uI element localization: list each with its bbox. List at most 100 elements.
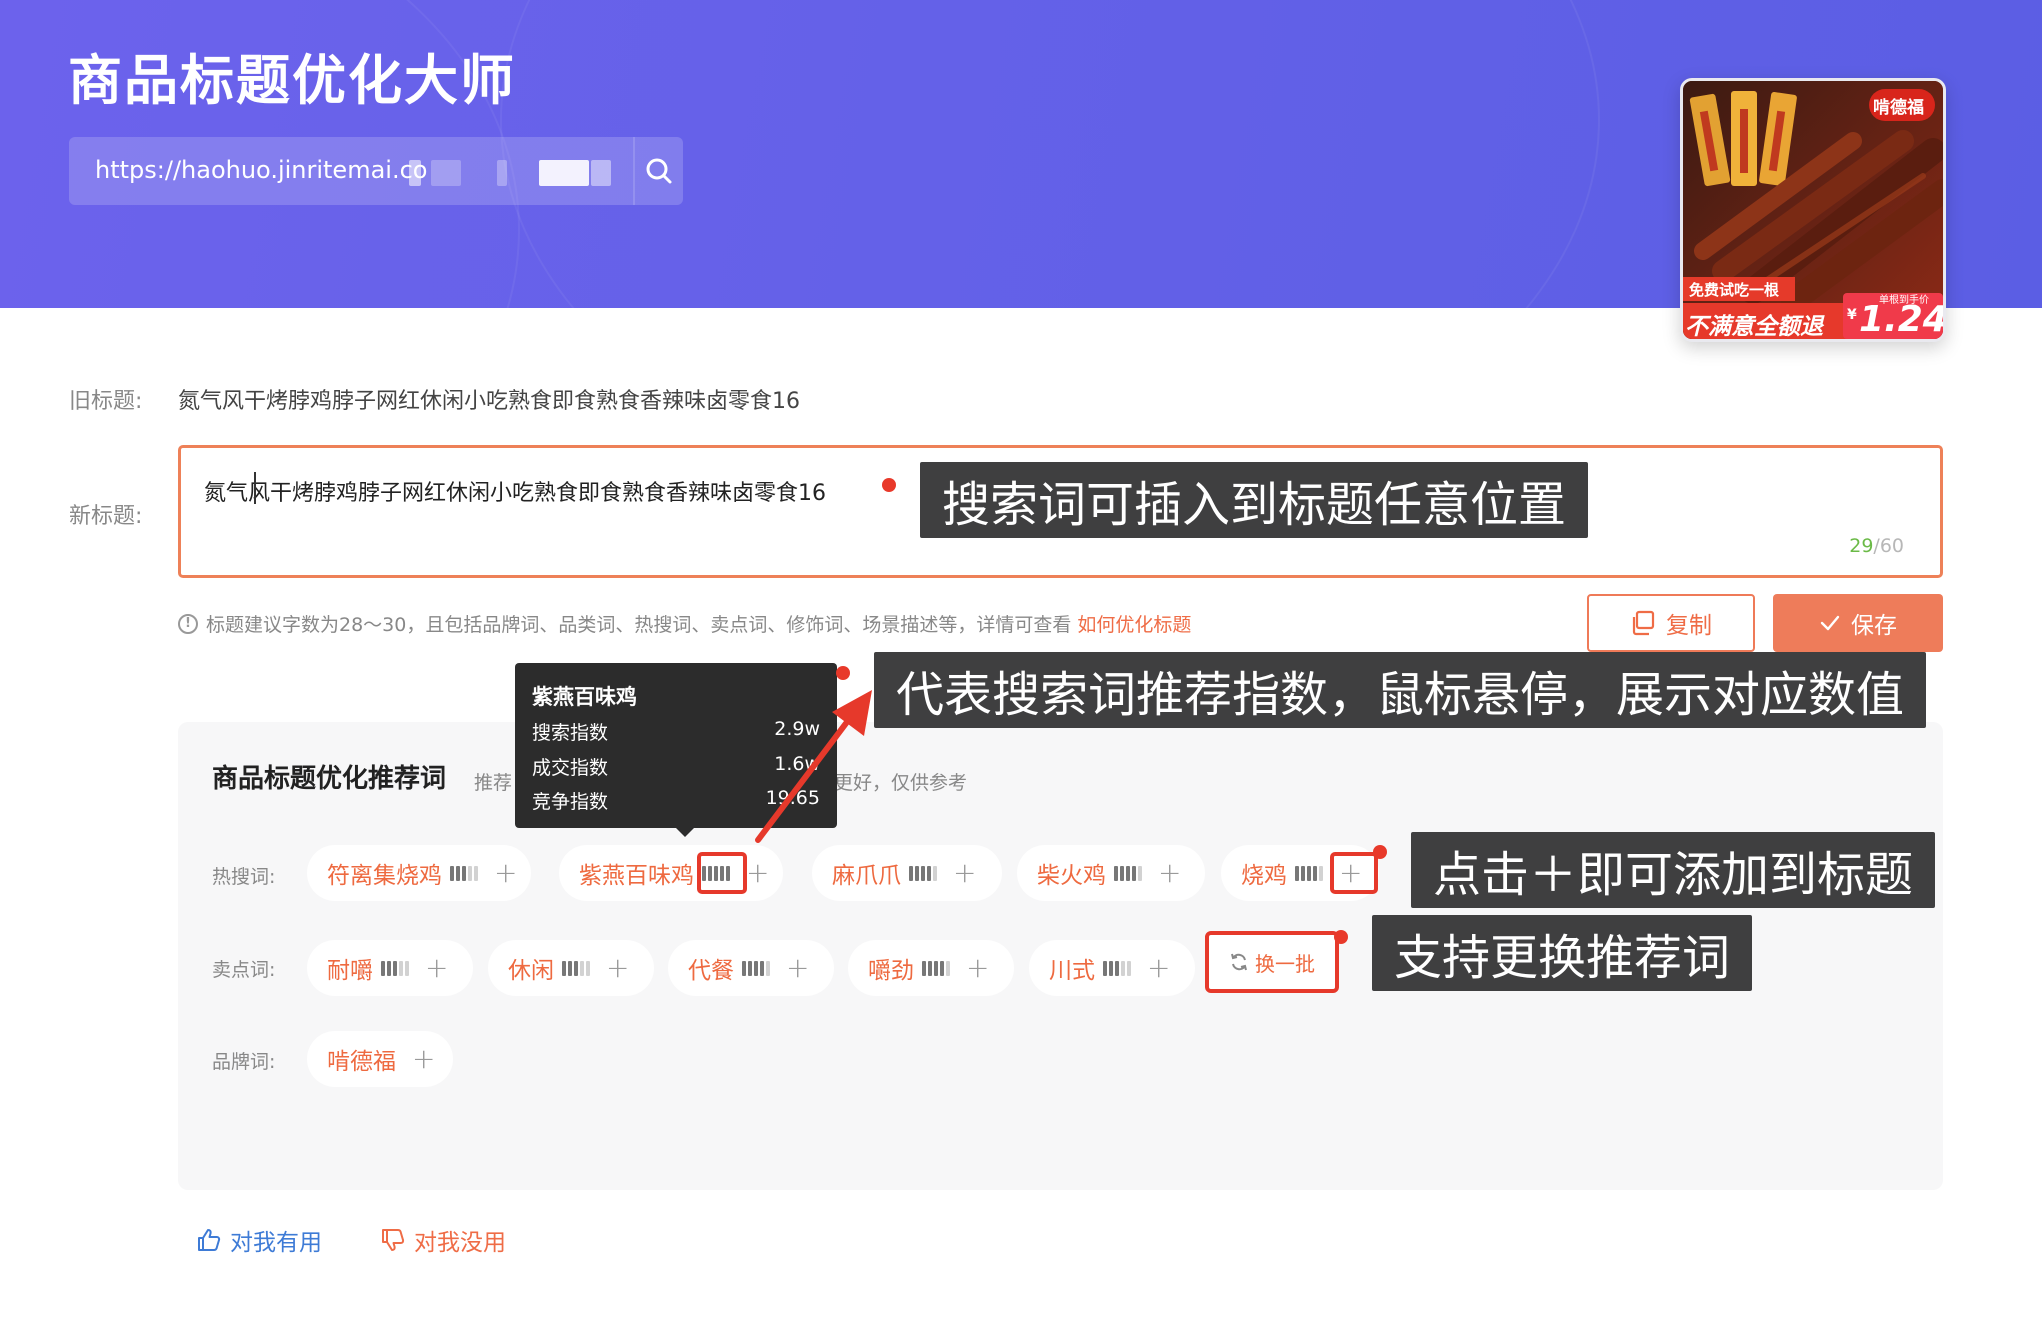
hot-word-chip[interactable]: 柴火鸡 + xyxy=(1017,845,1205,901)
copy-label: 复制 xyxy=(1666,613,1712,639)
hot-word-chip[interactable]: 麻爪爪 + xyxy=(812,845,1002,901)
info-icon: ! xyxy=(178,613,198,634)
product-thumbnail: 啃德福 免费试吃一根 不满意全额退 单根到手价 ¥ 1.24 xyxy=(1680,78,1946,342)
copy-icon xyxy=(1632,610,1655,636)
index-bar xyxy=(742,960,746,976)
plus-icon[interactable]: + xyxy=(494,859,517,887)
useless-label: 对我没用 xyxy=(414,1230,506,1256)
index-bar xyxy=(922,960,926,976)
tooltip-label: 搜索指数 xyxy=(532,722,609,744)
chip-word: 紫燕百味鸡 xyxy=(579,863,694,889)
index-bar xyxy=(1307,865,1311,881)
selling-word-chip[interactable]: 休闲 + xyxy=(488,940,654,996)
index-bar xyxy=(1313,865,1317,881)
recommend-index-bars[interactable] xyxy=(1103,960,1131,976)
check-icon xyxy=(1820,615,1840,631)
callout-insert: 搜索词可插入到标题任意位置 xyxy=(920,462,1589,538)
index-bar xyxy=(405,960,409,976)
selling-word-chip[interactable]: 川式 + xyxy=(1029,940,1195,996)
hot-word-chip[interactable]: 符离集烧鸡 + xyxy=(307,845,531,901)
index-bar xyxy=(381,960,385,976)
recommend-index-bars[interactable] xyxy=(1295,865,1323,881)
chip-word: 代餐 xyxy=(688,958,734,984)
index-bar xyxy=(399,960,403,976)
plus-icon[interactable]: + xyxy=(786,954,809,982)
redaction-mask xyxy=(539,160,589,186)
save-label: 保存 xyxy=(1851,613,1897,639)
index-bar xyxy=(760,960,764,976)
tooltip-title: 紫燕百味鸡 xyxy=(532,685,637,709)
refresh-icon xyxy=(1231,953,1247,971)
callout-add: 点击＋即可添加到标题 xyxy=(1411,832,1936,908)
plus-icon[interactable]: + xyxy=(1147,954,1170,982)
search-button[interactable] xyxy=(635,137,683,205)
recommend-index-bars[interactable] xyxy=(562,960,590,976)
selling-word-chip[interactable]: 嚼劲 + xyxy=(848,940,1014,996)
brand-words-label: 品牌词: xyxy=(212,1051,276,1073)
panel-title: 商品标题优化推荐词 xyxy=(212,764,447,794)
plus-icon[interactable]: + xyxy=(746,859,769,887)
useless-feedback-button[interactable]: 对我没用 xyxy=(380,1223,506,1257)
index-highlight-box xyxy=(697,852,747,894)
recommend-index-bars[interactable] xyxy=(742,960,770,976)
index-bar xyxy=(921,865,925,881)
index-bar xyxy=(1114,865,1118,881)
plus-icon[interactable]: + xyxy=(953,859,976,887)
price-symbol: ¥ xyxy=(1847,307,1857,323)
hint-text: 标题建议字数为28～30，且包括品牌词、品类词、热搜词、卖点词、修饰词、场景描述… xyxy=(206,614,1072,636)
recommend-index-bars[interactable] xyxy=(922,960,950,976)
index-bar xyxy=(934,960,938,976)
index-bar xyxy=(568,960,572,976)
index-bar xyxy=(766,960,770,976)
index-bar xyxy=(909,865,913,881)
save-button[interactable]: 保存 xyxy=(1773,594,1943,652)
chip-word: 耐嚼 xyxy=(327,958,373,984)
refresh-button[interactable]: 换一批 xyxy=(1205,931,1339,993)
recommend-index-bars[interactable] xyxy=(909,865,937,881)
price-value: 1.24 xyxy=(1859,299,1946,340)
index-bar xyxy=(586,960,590,976)
plus-icon[interactable]: + xyxy=(606,954,629,982)
brand-logo-text: 啃德福 xyxy=(1873,98,1924,118)
brand-word-chip[interactable]: 啃德福 + xyxy=(307,1031,453,1087)
index-bar xyxy=(933,865,937,881)
index-bar xyxy=(1301,865,1305,881)
hot-word-chip[interactable]: 紫燕百味鸡 + xyxy=(559,845,783,901)
index-bar xyxy=(1121,960,1125,976)
index-bar xyxy=(1138,865,1142,881)
tooltip-label: 竞争指数 xyxy=(532,791,609,813)
plus-icon[interactable]: + xyxy=(425,954,448,982)
plus-icon[interactable]: + xyxy=(966,954,989,982)
annotation-dot xyxy=(1373,845,1387,859)
selling-word-chip[interactable]: 耐嚼 + xyxy=(307,940,473,996)
plus-icon[interactable]: + xyxy=(412,1045,435,1073)
recommend-index-bars[interactable] xyxy=(381,960,409,976)
copy-button[interactable]: 复制 xyxy=(1587,594,1755,652)
annotation-dot xyxy=(882,478,896,492)
useful-feedback-button[interactable]: 对我有用 xyxy=(196,1223,322,1257)
new-title-label: 新标题: xyxy=(69,504,143,529)
callout-swap: 支持更换推荐词 xyxy=(1372,915,1753,991)
chip-word: 嚼劲 xyxy=(868,958,914,984)
index-bar xyxy=(748,960,752,976)
index-bar xyxy=(1103,960,1107,976)
callout-index: 代表搜索词推荐指数，鼠标悬停，展示对应数值 xyxy=(874,652,1927,728)
url-search-bar[interactable]: https://haohuo.jinritemai.co xyxy=(69,137,683,205)
char-counter: 29/60 xyxy=(1849,535,1904,557)
selling-words-label: 卖点词: xyxy=(212,959,276,981)
selling-word-chip[interactable]: 代餐 + xyxy=(668,940,834,996)
how-to-optimize-link[interactable]: 如何优化标题 xyxy=(1077,610,1191,637)
annotation-dot xyxy=(1334,930,1348,944)
chip-word: 啃德福 xyxy=(327,1049,396,1075)
plus-icon[interactable]: + xyxy=(1158,859,1181,887)
chip-word: 柴火鸡 xyxy=(1037,863,1106,889)
url-input[interactable]: https://haohuo.jinritemai.co xyxy=(95,156,427,184)
recommend-index-bars[interactable] xyxy=(1114,865,1142,881)
recommend-index-bars[interactable] xyxy=(450,865,478,881)
index-bar xyxy=(1319,865,1323,881)
thumbs-down-icon xyxy=(382,1229,405,1251)
index-bar xyxy=(1115,960,1119,976)
new-title-text[interactable]: 氮气风干烤脖鸡脖子网红休闲小吃熟食即食熟食香辣味卤零食16 xyxy=(204,475,826,507)
index-bar xyxy=(456,865,460,881)
char-count-max: /60 xyxy=(1873,535,1904,557)
